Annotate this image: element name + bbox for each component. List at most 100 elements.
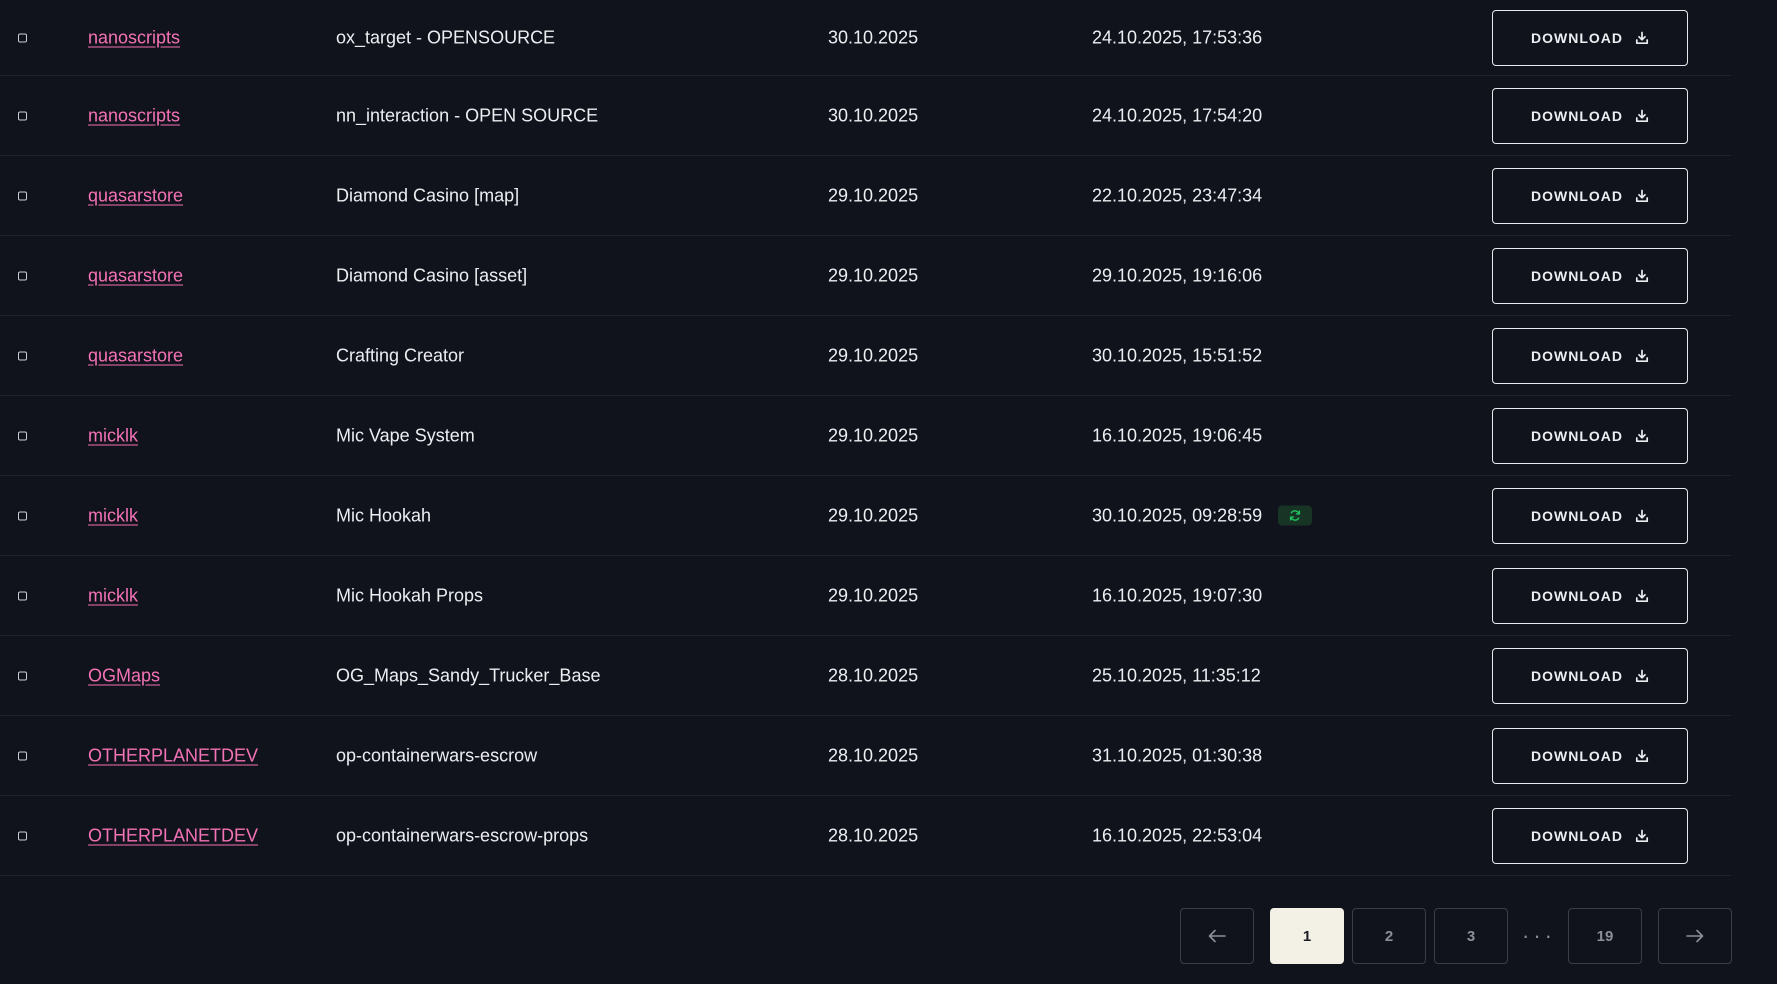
next-page-button[interactable]	[1658, 908, 1732, 964]
updated-cell: 30.10.2025, 15:51:52	[1092, 345, 1262, 366]
updated-timestamp: 16.10.2025, 19:06:45	[1092, 425, 1263, 445]
resource-name: Mic Hookah	[336, 505, 432, 525]
release-date: 28.10.2025	[828, 665, 919, 685]
row-checkbox[interactable]	[18, 831, 27, 840]
download-icon	[1635, 509, 1649, 522]
updated-cell: 24.10.2025, 17:53:36	[1092, 27, 1262, 48]
table-row: micklk Mic Hookah Props 29.10.2025 16.10…	[0, 556, 1731, 636]
download-label: DOWNLOAD	[1531, 747, 1623, 764]
row-checkbox[interactable]	[18, 351, 27, 360]
author-link[interactable]: micklk	[88, 585, 138, 606]
table-row: OTHERPLANETDEV op-containerwars-escrow 2…	[0, 716, 1731, 796]
updated-timestamp: 24.10.2025, 17:54:20	[1092, 105, 1263, 125]
download-label: DOWNLOAD	[1531, 427, 1623, 444]
table-row: quasarstore Diamond Casino [map] 29.10.2…	[0, 156, 1731, 236]
release-date: 29.10.2025	[828, 345, 919, 365]
author-link[interactable]: OTHERPLANETDEV	[88, 825, 258, 846]
download-button[interactable]: DOWNLOAD	[1492, 407, 1688, 464]
author-link[interactable]: quasarstore	[88, 265, 183, 286]
download-label: DOWNLOAD	[1531, 587, 1623, 604]
arrow-left-icon	[1208, 929, 1226, 943]
download-button[interactable]: DOWNLOAD	[1492, 647, 1688, 704]
release-date: 28.10.2025	[828, 825, 919, 845]
author-link[interactable]: micklk	[88, 505, 138, 526]
page-last-button[interactable]: 19	[1568, 908, 1642, 964]
download-button[interactable]: DOWNLOAD	[1492, 727, 1688, 784]
author-link[interactable]: micklk	[88, 425, 138, 446]
download-button[interactable]: DOWNLOAD	[1492, 9, 1688, 66]
updated-timestamp: 16.10.2025, 22:53:04	[1092, 825, 1263, 845]
release-date: 29.10.2025	[828, 585, 919, 605]
release-date: 28.10.2025	[828, 745, 919, 765]
download-button[interactable]: DOWNLOAD	[1492, 87, 1688, 144]
resource-name: Mic Vape System	[336, 425, 475, 445]
author-link[interactable]: OGMaps	[88, 665, 160, 686]
table-row: OTHERPLANETDEV op-containerwars-escrow-p…	[0, 796, 1731, 876]
download-label: DOWNLOAD	[1531, 187, 1623, 204]
download-button[interactable]: DOWNLOAD	[1492, 327, 1688, 384]
table-row: nanoscripts ox_target - OPENSOURCE 30.10…	[0, 0, 1731, 76]
pagination-ellipsis: ···	[1522, 923, 1556, 948]
download-icon	[1635, 669, 1649, 682]
table-row: micklk Mic Hookah 29.10.2025 30.10.2025,…	[0, 476, 1731, 556]
page-1-button[interactable]: 1	[1270, 908, 1344, 964]
download-icon	[1635, 589, 1649, 602]
row-checkbox[interactable]	[18, 271, 27, 280]
author-link[interactable]: quasarstore	[88, 185, 183, 206]
download-button[interactable]: DOWNLOAD	[1492, 487, 1688, 544]
row-checkbox[interactable]	[18, 591, 27, 600]
resource-name: nn_interaction - OPEN SOURCE	[336, 105, 599, 125]
updated-cell: 22.10.2025, 23:47:34	[1092, 185, 1262, 206]
refresh-icon	[1278, 505, 1313, 526]
download-button[interactable]: DOWNLOAD	[1492, 167, 1688, 224]
author-link[interactable]: quasarstore	[88, 345, 183, 366]
download-label: DOWNLOAD	[1531, 107, 1623, 124]
resource-name: OG_Maps_Sandy_Trucker_Base	[336, 665, 601, 685]
row-checkbox[interactable]	[18, 191, 27, 200]
download-icon	[1635, 109, 1649, 122]
updated-timestamp: 29.10.2025, 19:16:06	[1092, 265, 1263, 285]
download-label: DOWNLOAD	[1531, 347, 1623, 364]
author-link[interactable]: OTHERPLANETDEV	[88, 745, 258, 766]
download-icon	[1635, 189, 1649, 202]
download-label: DOWNLOAD	[1531, 827, 1623, 844]
updated-cell: 29.10.2025, 19:16:06	[1092, 265, 1262, 286]
row-checkbox[interactable]	[18, 751, 27, 760]
updated-cell: 16.10.2025, 22:53:04	[1092, 825, 1262, 846]
updated-timestamp: 31.10.2025, 01:30:38	[1092, 745, 1263, 765]
table-row: micklk Mic Vape System 29.10.2025 16.10.…	[0, 396, 1731, 476]
updated-cell: 16.10.2025, 19:07:30	[1092, 585, 1262, 606]
page-2-button[interactable]: 2	[1352, 908, 1426, 964]
resource-name: ox_target - OPENSOURCE	[336, 27, 556, 47]
resource-name: Diamond Casino [map]	[336, 185, 520, 205]
row-checkbox[interactable]	[18, 33, 27, 42]
download-button[interactable]: DOWNLOAD	[1492, 807, 1688, 864]
updated-cell: 31.10.2025, 01:30:38	[1092, 745, 1262, 766]
table-row: quasarstore Diamond Casino [asset] 29.10…	[0, 236, 1731, 316]
row-checkbox[interactable]	[18, 511, 27, 520]
arrow-right-icon	[1686, 929, 1704, 943]
download-label: DOWNLOAD	[1531, 267, 1623, 284]
updated-timestamp: 25.10.2025, 11:35:12	[1092, 665, 1261, 685]
updated-timestamp: 16.10.2025, 19:07:30	[1092, 585, 1263, 605]
author-link[interactable]: nanoscripts	[88, 27, 180, 48]
updated-timestamp: 24.10.2025, 17:53:36	[1092, 27, 1263, 47]
table-row: nanoscripts nn_interaction - OPEN SOURCE…	[0, 76, 1731, 156]
release-date: 29.10.2025	[828, 265, 919, 285]
updated-cell: 25.10.2025, 11:35:12	[1092, 665, 1261, 686]
release-date: 30.10.2025	[828, 105, 919, 125]
author-link[interactable]: nanoscripts	[88, 105, 180, 126]
release-date: 30.10.2025	[828, 27, 919, 47]
download-label: DOWNLOAD	[1531, 507, 1623, 524]
row-checkbox[interactable]	[18, 671, 27, 680]
updated-timestamp: 30.10.2025, 09:28:59	[1092, 505, 1263, 525]
prev-page-button[interactable]	[1180, 908, 1254, 964]
download-button[interactable]: DOWNLOAD	[1492, 567, 1688, 624]
row-checkbox[interactable]	[18, 111, 27, 120]
table-row: quasarstore Crafting Creator 29.10.2025 …	[0, 316, 1731, 396]
page-3-button[interactable]: 3	[1434, 908, 1508, 964]
download-button[interactable]: DOWNLOAD	[1492, 247, 1688, 304]
updated-timestamp: 30.10.2025, 15:51:52	[1092, 345, 1263, 365]
row-checkbox[interactable]	[18, 431, 27, 440]
updated-cell: 30.10.2025, 09:28:59	[1092, 505, 1313, 526]
